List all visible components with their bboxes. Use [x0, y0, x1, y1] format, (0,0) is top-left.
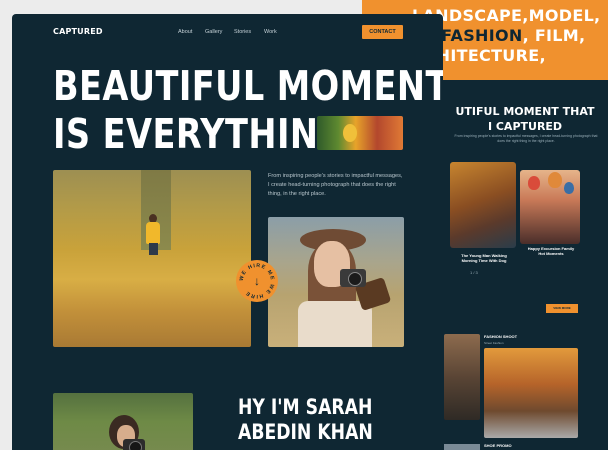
shoe-promo-title: SHOE PROMO [484, 443, 512, 448]
nav-link-stories[interactable]: Stories [234, 29, 251, 35]
nav-link-work[interactable]: Work [264, 29, 277, 35]
sarah-portrait-photo [53, 393, 193, 450]
person-legs-shape [149, 243, 158, 255]
carousel-pager[interactable]: 1 / 3 [470, 270, 478, 275]
nav-link-gallery[interactable]: Gallery [205, 29, 222, 35]
back-title-line-1: UTIFUL MOMENT THAT [455, 105, 595, 118]
view-more-button[interactable]: VIEW MORE [546, 304, 578, 313]
flower-shape [343, 124, 357, 142]
story-card-image-2[interactable] [520, 170, 580, 244]
gallery-image-autumn-street[interactable] [484, 348, 578, 438]
story-card-image-1[interactable] [450, 162, 516, 248]
site-logo[interactable]: CAPTURED [53, 27, 103, 36]
back-hero-highlight: FASHION [441, 26, 523, 45]
photographer-portrait-photo [268, 217, 404, 347]
nav-link-about[interactable]: About [178, 29, 192, 35]
contact-button[interactable]: CONTACT [362, 25, 403, 39]
fashion-shoot-title: FASHION SHOOT [484, 334, 518, 339]
hero-headline-line-2: IS EVERYTHING [53, 110, 347, 158]
gallery-image-bottom[interactable] [444, 444, 480, 450]
about-title-line-2: ABEDIN KHAN [238, 420, 373, 444]
balloon-shape [528, 176, 540, 190]
story-card-caption-1[interactable]: The Young Man Walking Morning Time With … [456, 253, 512, 263]
lens-shape [129, 441, 142, 450]
hero-headline-line-1: BEAUTIFUL MOMENT [53, 62, 443, 110]
fashion-shoot-subtitle: Street Fashion [484, 341, 504, 345]
balloon-shape [564, 182, 574, 194]
story-card-caption-2[interactable]: Happy Excursion Family Hot Moments [524, 246, 578, 256]
about-title-line-1: HY I'M SARAH [238, 395, 373, 419]
front-page: CAPTURED About Gallery Stories Work CONT… [12, 14, 443, 450]
camera-icon [340, 269, 366, 287]
back-title-line-2: I CAPTURED [487, 120, 563, 133]
hero-flower-thumbnail [317, 116, 403, 150]
back-section-title: UTIFUL MOMENT THAT I CAPTURED [440, 104, 608, 134]
back-section-subtitle: From inspiring people's stories to impac… [454, 134, 598, 143]
gallery-image-couple[interactable] [444, 334, 480, 420]
camera-icon [123, 439, 145, 450]
arrow-down-icon: ↓ [254, 274, 260, 288]
balloon-shape [548, 172, 562, 188]
hire-me-badge[interactable]: WE HIRE ME WE HIRE ↓ [236, 260, 278, 302]
person-body-shape [146, 222, 160, 244]
wheat-field-photo [53, 170, 251, 347]
hero-intro-text: From inspiring people's stories to impac… [268, 173, 403, 197]
lens-shape [348, 272, 362, 286]
about-title: HY I'M SARAH ABEDIN KHAN [238, 395, 373, 445]
